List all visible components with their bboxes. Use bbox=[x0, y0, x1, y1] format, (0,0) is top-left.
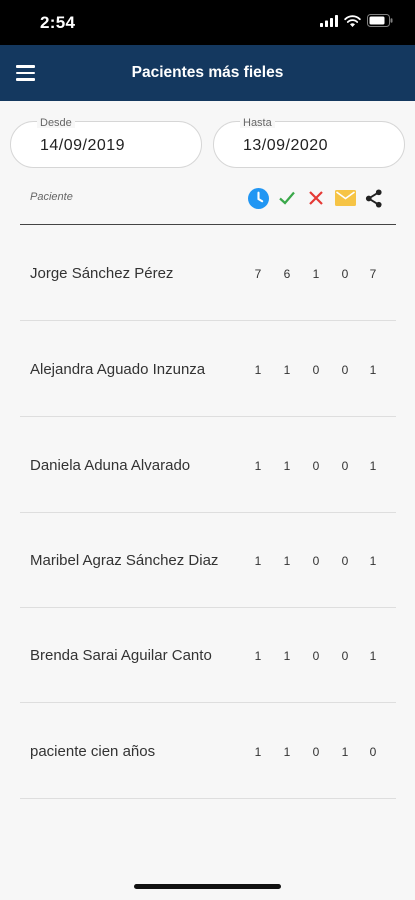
table-row[interactable]: paciente cien años 1 1 0 1 0 bbox=[20, 703, 396, 799]
message-count: 0 bbox=[341, 554, 349, 568]
attended-count: 1 bbox=[283, 459, 291, 473]
mail-icon bbox=[334, 187, 356, 209]
date-from-field[interactable]: Desde 14/09/2019 bbox=[10, 118, 202, 168]
shared-count: 0 bbox=[369, 745, 377, 759]
page-title: Pacientes más fieles bbox=[131, 64, 284, 81]
shared-count: 7 bbox=[369, 267, 377, 281]
shared-count: 1 bbox=[369, 649, 377, 663]
table-header: Paciente bbox=[20, 184, 396, 225]
cancelled-count: 0 bbox=[312, 554, 320, 568]
cancelled-count: 1 bbox=[312, 267, 320, 281]
message-count: 1 bbox=[341, 745, 349, 759]
cross-icon bbox=[305, 187, 327, 209]
scheduled-count: 1 bbox=[254, 459, 262, 473]
patient-name: paciente cien años bbox=[30, 743, 156, 760]
cancelled-count: 0 bbox=[312, 363, 320, 377]
attended-count: 1 bbox=[283, 363, 291, 377]
wifi-icon bbox=[344, 14, 361, 27]
date-to-label: Hasta bbox=[240, 118, 275, 129]
status-bar: 2:54 bbox=[0, 0, 415, 45]
attended-count: 6 bbox=[283, 267, 291, 281]
message-count: 0 bbox=[341, 363, 349, 377]
message-count: 0 bbox=[341, 649, 349, 663]
table-row[interactable]: Daniela Aduna Alvarado 1 1 0 0 1 bbox=[20, 417, 396, 513]
table-row[interactable]: Brenda Sarai Aguilar Canto 1 1 0 0 1 bbox=[20, 607, 396, 703]
table-row[interactable]: Maribel Agraz Sánchez Diaz 1 1 0 0 1 bbox=[20, 512, 396, 608]
shared-count: 1 bbox=[369, 554, 377, 568]
clock-icon bbox=[247, 187, 269, 209]
patient-name: Daniela Aduna Alvarado bbox=[30, 457, 191, 474]
patient-name: Jorge Sánchez Pérez bbox=[30, 265, 174, 282]
share-icon bbox=[362, 187, 384, 209]
patient-name: Maribel Agraz Sánchez Diaz bbox=[30, 552, 219, 569]
check-icon bbox=[276, 187, 298, 209]
message-count: 0 bbox=[341, 459, 349, 473]
scheduled-count: 1 bbox=[254, 363, 262, 377]
status-icons bbox=[320, 14, 393, 27]
shared-count: 1 bbox=[369, 459, 377, 473]
app-bar: Pacientes más fieles bbox=[0, 45, 415, 101]
message-count: 0 bbox=[341, 267, 349, 281]
signal-icon bbox=[320, 14, 338, 27]
status-time: 2:54 bbox=[40, 13, 76, 32]
battery-icon bbox=[367, 14, 393, 27]
scheduled-count: 1 bbox=[254, 649, 262, 663]
attended-count: 1 bbox=[283, 554, 291, 568]
date-from-label: Desde bbox=[37, 118, 75, 129]
column-label-patient: Paciente bbox=[30, 191, 73, 203]
shared-count: 1 bbox=[369, 363, 377, 377]
cancelled-count: 0 bbox=[312, 459, 320, 473]
date-to-value: 13/09/2020 bbox=[243, 137, 329, 154]
scheduled-count: 7 bbox=[254, 267, 262, 281]
cancelled-count: 0 bbox=[312, 745, 320, 759]
attended-count: 1 bbox=[283, 745, 291, 759]
cancelled-count: 0 bbox=[312, 649, 320, 663]
attended-count: 1 bbox=[283, 649, 291, 663]
scheduled-count: 1 bbox=[254, 554, 262, 568]
home-indicator bbox=[134, 884, 281, 889]
patient-name: Alejandra Aguado Inzunza bbox=[30, 361, 206, 378]
date-from-value: 14/09/2019 bbox=[40, 137, 126, 154]
date-to-field[interactable]: Hasta 13/09/2020 bbox=[213, 118, 405, 168]
table-row[interactable]: Alejandra Aguado Inzunza 1 1 0 0 1 bbox=[20, 321, 396, 417]
patient-name: Brenda Sarai Aguilar Canto bbox=[30, 647, 212, 664]
scheduled-count: 1 bbox=[254, 745, 262, 759]
table-row[interactable]: Jorge Sánchez Pérez 7 6 1 0 7 bbox=[20, 225, 396, 321]
